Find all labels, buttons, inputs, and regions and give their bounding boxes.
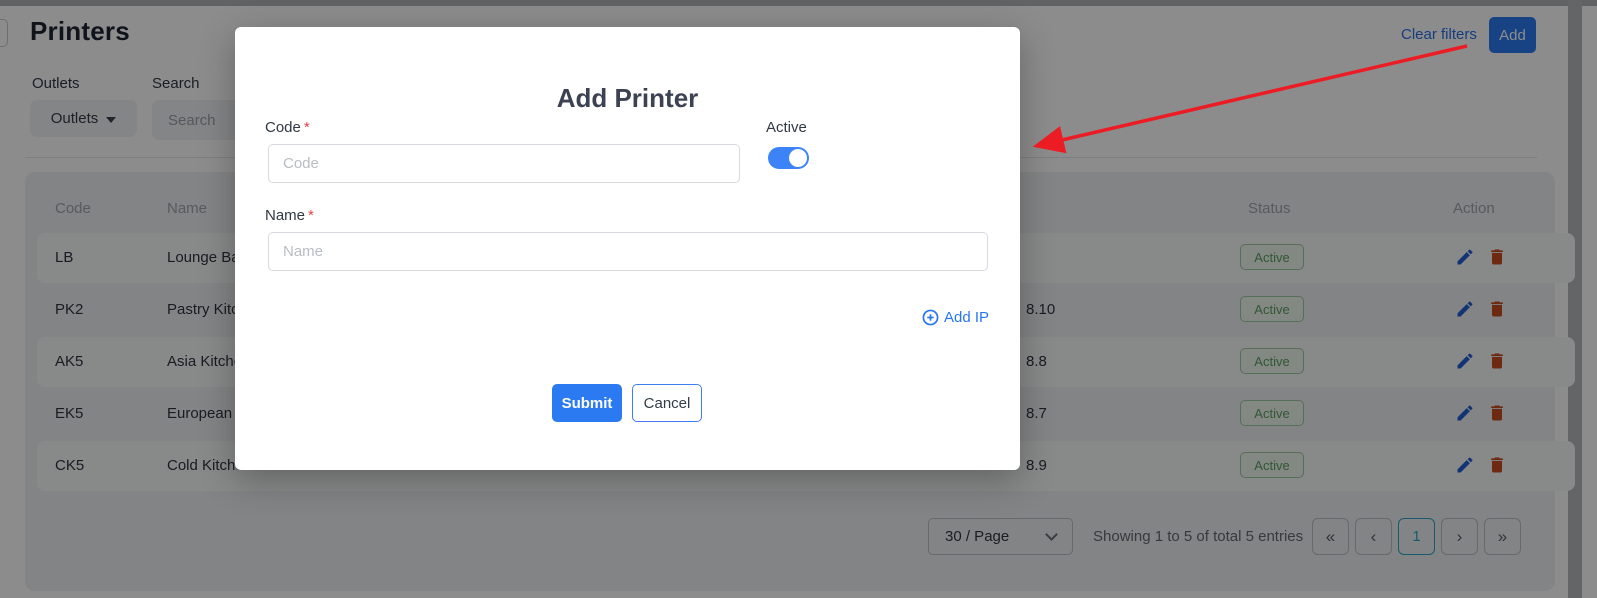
add-printer-modal: Add Printer Code* Active Name* Add IP Su… [235, 27, 1020, 470]
add-ip-text: Add IP [944, 309, 990, 326]
code-field[interactable] [268, 144, 740, 183]
code-label: Code * [265, 119, 310, 136]
modal-title: Add Printer [556, 83, 699, 113]
toggle-knob [789, 149, 807, 167]
required-asterisk: * [303, 119, 310, 136]
cancel-button[interactable]: Cancel [632, 384, 702, 422]
add-ip-link[interactable]: Add IP [922, 309, 989, 326]
printers-page: Printers Clear filters Add Outlets Searc… [0, 0, 1597, 598]
required-asterisk: * [308, 207, 314, 224]
plus-circle-icon [922, 309, 939, 326]
submit-button[interactable]: Submit [552, 384, 622, 422]
active-label: Active [766, 119, 807, 136]
name-label: Name * [265, 207, 314, 224]
name-field[interactable] [268, 232, 988, 271]
active-toggle[interactable] [768, 147, 809, 169]
